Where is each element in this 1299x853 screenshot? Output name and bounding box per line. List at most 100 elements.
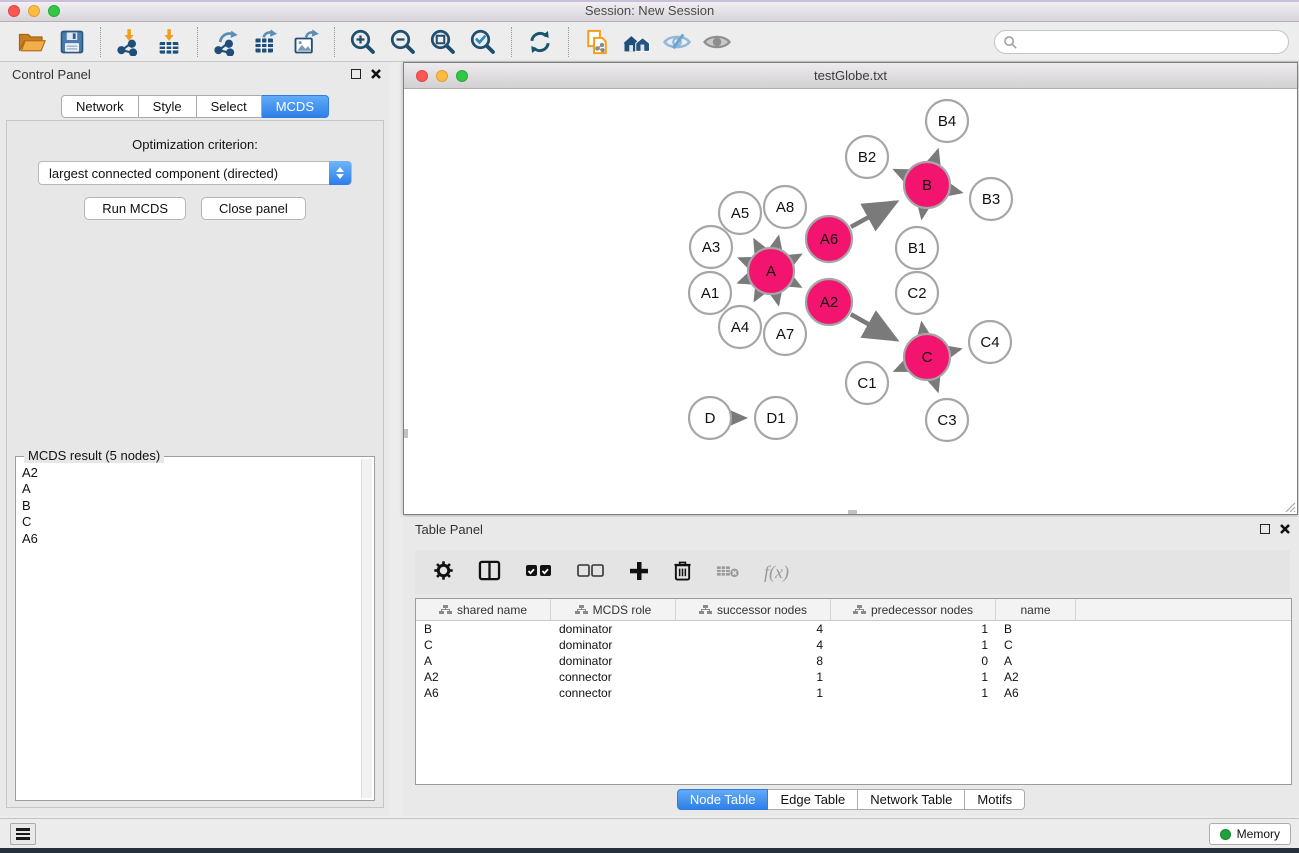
float-panel-button[interactable]	[351, 69, 361, 79]
import-table-button[interactable]	[152, 25, 186, 59]
save-session-button[interactable]	[55, 25, 89, 59]
add-entry-button[interactable]	[629, 561, 649, 584]
graph-edge-A-A3[interactable]	[740, 259, 748, 262]
function-builder-button[interactable]: f(x)	[764, 562, 789, 583]
export-image-button[interactable]	[289, 25, 323, 59]
zoom-network-button[interactable]	[456, 70, 468, 82]
graph-edge-A-A7[interactable]	[776, 295, 778, 303]
graph-edge-A-A5[interactable]	[755, 240, 760, 249]
show-graphics-details-button[interactable]	[700, 25, 734, 59]
export-table-button[interactable]	[249, 25, 283, 59]
search-input[interactable]	[994, 30, 1289, 54]
minimize-window-button[interactable]	[28, 5, 40, 17]
table-row[interactable]: A6connector11A6	[416, 685, 1291, 701]
graph-edge-B-B3[interactable]	[951, 190, 960, 192]
refresh-view-button[interactable]	[523, 25, 557, 59]
close-table-panel-icon[interactable]	[1279, 523, 1291, 535]
result-item[interactable]: B	[18, 498, 361, 514]
run-mcds-button[interactable]: Run MCDS	[84, 197, 186, 220]
tab-style[interactable]: Style	[139, 95, 197, 118]
tab-select[interactable]: Select	[197, 95, 262, 118]
graph-edge-C-C2[interactable]	[922, 324, 923, 333]
tab-network[interactable]: Network	[61, 95, 139, 118]
graph-edge-C-C3[interactable]	[935, 381, 938, 391]
table-cell: 1	[676, 686, 831, 700]
select-all-button[interactable]	[525, 564, 553, 581]
hide-graphics-details-button[interactable]	[660, 25, 694, 59]
graph-edge-B-B2[interactable]	[895, 170, 904, 174]
result-scrollbar[interactable]	[361, 459, 372, 798]
network-canvas[interactable]: B4B2BB3A5A8A6B1A3AC2A1A2A4A7C4CC1C3DD1	[404, 89, 1297, 514]
tab-motifs[interactable]: Motifs	[965, 789, 1025, 810]
table-row[interactable]: A2connector11A2	[416, 669, 1291, 685]
result-item[interactable]: A2	[18, 465, 361, 481]
mcds-panel: Optimization criterion: largest connecte…	[6, 120, 384, 808]
split-view-button[interactable]	[478, 560, 501, 584]
clone-network-button[interactable]	[580, 25, 614, 59]
graph-edge-A-A2[interactable]	[793, 283, 800, 287]
graph-edge-B-B1[interactable]	[922, 210, 923, 218]
table-row[interactable]: Adominator80A	[416, 653, 1291, 669]
graph-edge-A6-B[interactable]	[851, 202, 896, 227]
graph-edge-A2-C[interactable]	[851, 314, 896, 339]
graph-edge-A-A8[interactable]	[776, 237, 778, 246]
hierarchy-icon	[699, 605, 712, 614]
graph-edge-C-C1[interactable]	[895, 367, 904, 371]
result-item[interactable]: C	[18, 514, 361, 530]
column-header-name[interactable]: name	[996, 599, 1076, 620]
tab-network-table[interactable]: Network Table	[858, 789, 965, 810]
graph-edge-B-B4[interactable]	[934, 151, 937, 162]
resize-grip[interactable]	[1282, 499, 1296, 513]
column-header-successor-nodes[interactable]: successor nodes	[676, 599, 831, 620]
zoom-selected-button[interactable]	[466, 25, 500, 59]
clone-network-icon	[583, 28, 611, 56]
table-settings-button[interactable]	[433, 560, 454, 584]
graph-edge-A-A6[interactable]	[793, 255, 800, 259]
status-bar: Memory	[0, 818, 1299, 848]
float-table-panel-button[interactable]	[1260, 524, 1270, 534]
close-panel-button[interactable]: Close panel	[201, 197, 306, 220]
tab-node-table[interactable]: Node Table	[677, 789, 769, 810]
zoom-out-icon	[388, 27, 418, 57]
tab-edge-table[interactable]: Edge Table	[768, 789, 858, 810]
delete-table-button[interactable]	[716, 563, 740, 582]
zoom-window-button[interactable]	[48, 5, 60, 17]
close-network-button[interactable]	[416, 70, 428, 82]
task-history-button[interactable]	[10, 823, 36, 845]
criterion-dropdown[interactable]: largest connected component (directed)	[38, 161, 352, 185]
node-table[interactable]: shared nameMCDS rolesuccessor nodesprede…	[415, 598, 1292, 785]
optimization-criterion-label: Optimization criterion:	[7, 137, 383, 152]
vertical-scroll-nub[interactable]	[404, 429, 408, 438]
export-network-button[interactable]	[209, 25, 243, 59]
memory-button[interactable]: Memory	[1209, 823, 1291, 845]
column-header-shared-name[interactable]: shared name	[416, 599, 551, 620]
zoom-in-button[interactable]	[346, 25, 380, 59]
table-cell: 4	[676, 622, 831, 636]
tab-mcds[interactable]: MCDS	[262, 95, 329, 118]
graph-edge-C-C4[interactable]	[951, 349, 960, 351]
table-row[interactable]: Bdominator41B	[416, 621, 1291, 637]
home-layout-button[interactable]	[620, 25, 654, 59]
zoom-out-button[interactable]	[386, 25, 420, 59]
open-file-button[interactable]	[15, 25, 49, 59]
result-item[interactable]: A	[18, 481, 361, 497]
graph-edge-A-A4[interactable]	[755, 293, 759, 300]
import-network-button[interactable]	[112, 25, 146, 59]
column-header-empty	[1076, 599, 1291, 620]
close-panel-icon[interactable]	[370, 68, 382, 80]
graph-edge-A-A1[interactable]	[739, 279, 747, 282]
table-cell: dominator	[551, 622, 676, 636]
column-header-predecessor-nodes[interactable]: predecessor nodes	[831, 599, 996, 620]
deselect-all-button[interactable]	[577, 564, 605, 581]
delete-entry-button[interactable]	[673, 560, 692, 584]
zoom-fit-button[interactable]	[426, 25, 460, 59]
table-row[interactable]: Cdominator41C	[416, 637, 1291, 653]
horizontal-scroll-nub[interactable]	[848, 510, 857, 514]
minimize-network-button[interactable]	[436, 70, 448, 82]
close-window-button[interactable]	[8, 5, 20, 17]
graph-node-label: A2	[820, 294, 838, 311]
export-table-icon	[252, 28, 280, 56]
column-header-MCDS-role[interactable]: MCDS role	[551, 599, 676, 620]
result-item[interactable]: A6	[18, 531, 361, 547]
hierarchy-icon	[575, 605, 588, 614]
